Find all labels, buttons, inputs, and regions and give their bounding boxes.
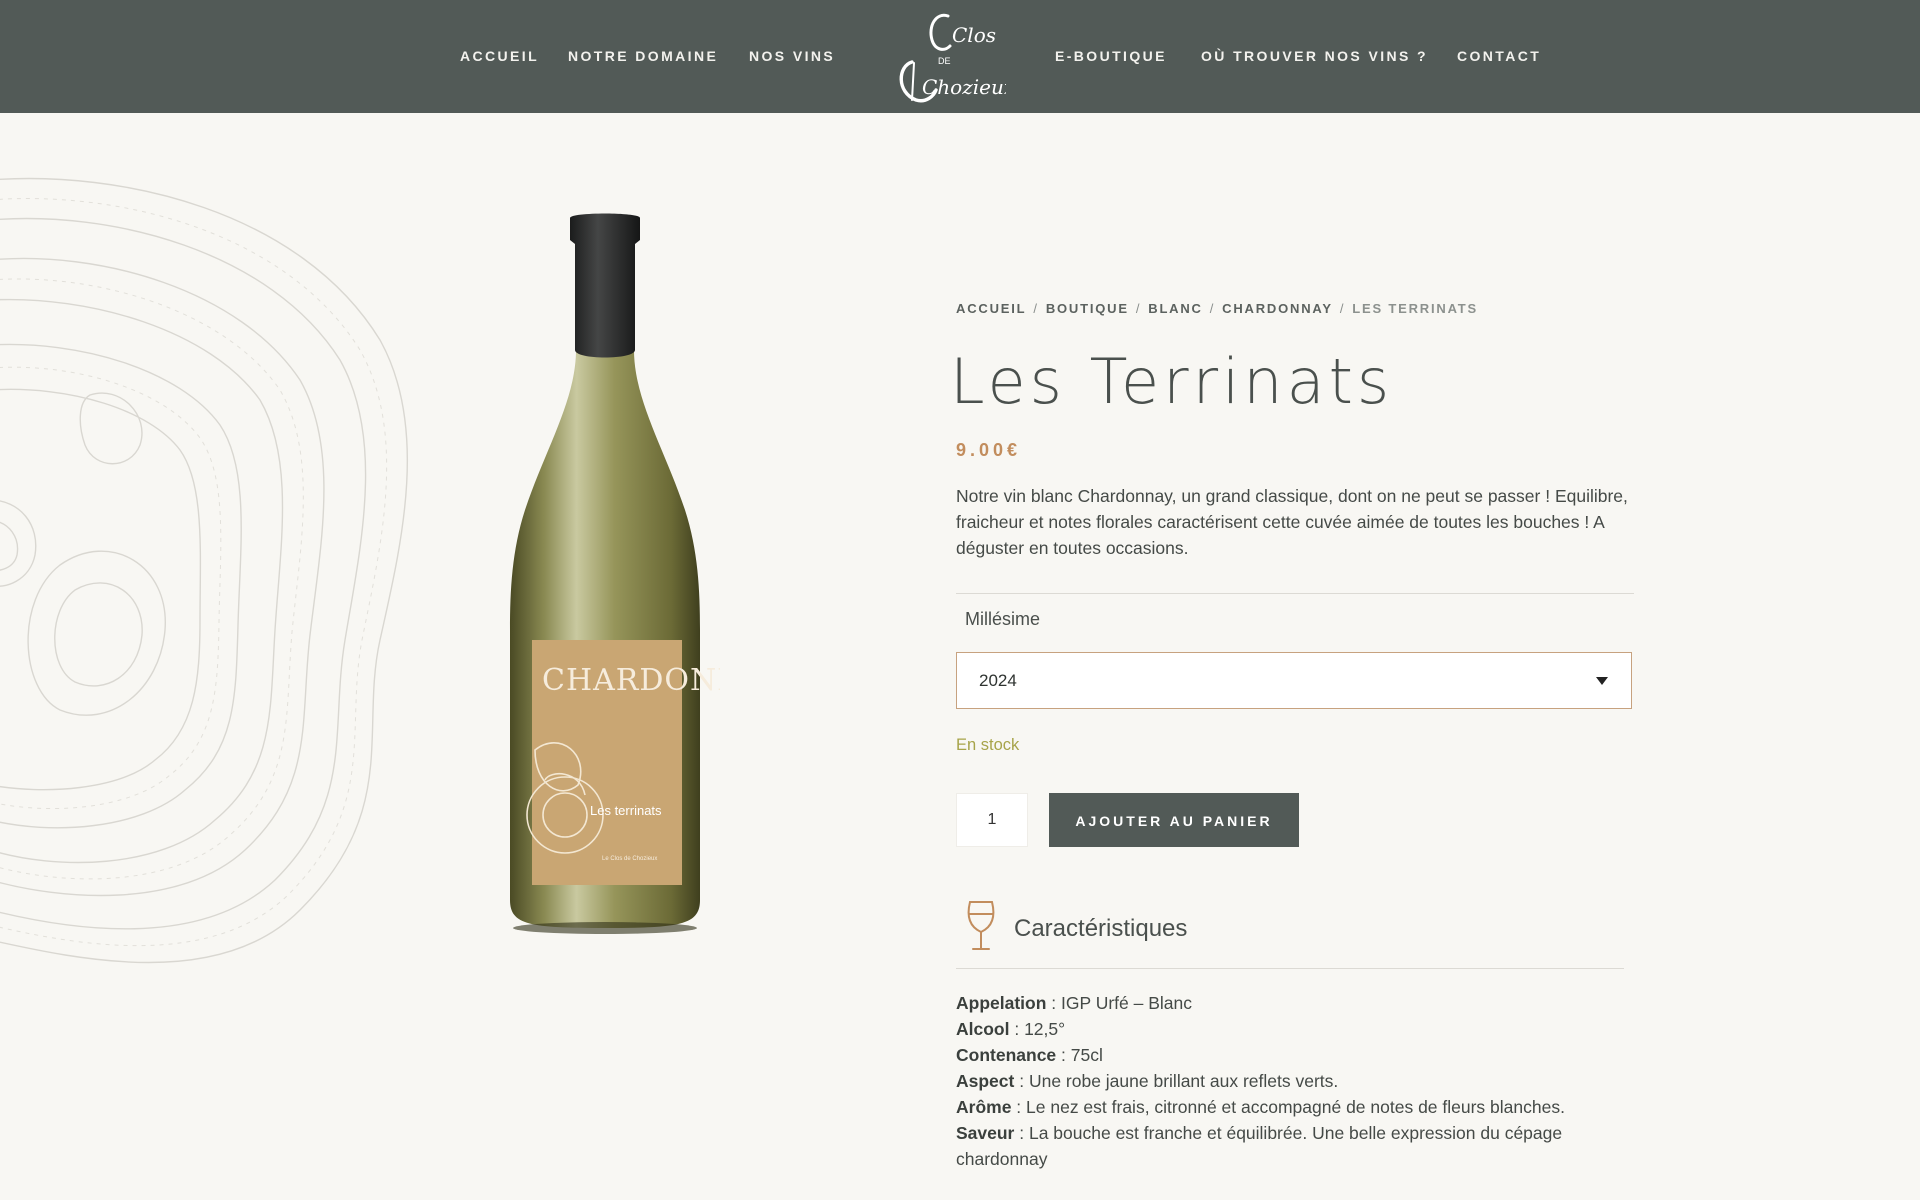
add-to-cart-button[interactable]: AJOUTER AU PANIER bbox=[1049, 793, 1299, 847]
product-title: Les Terrinats bbox=[950, 345, 1394, 418]
spec-row-aspect: Aspect : Une robe jaune brillant aux ref… bbox=[956, 1068, 1636, 1094]
breadcrumb-boutique[interactable]: BOUTIQUE bbox=[1046, 301, 1129, 316]
breadcrumb-separator: / bbox=[1033, 301, 1039, 316]
product-price: 9.00€ bbox=[956, 440, 1022, 460]
spec-key: Saveur bbox=[956, 1123, 1015, 1143]
nav-link-accueil[interactable]: ACCUEIL bbox=[460, 48, 539, 64]
nav-link-notre-domaine[interactable]: NOTRE DOMAINE bbox=[568, 48, 718, 64]
spec-key: Contenance bbox=[956, 1045, 1057, 1065]
breadcrumb-separator: / bbox=[1339, 301, 1346, 316]
vintage-label: Millésime bbox=[965, 609, 1041, 629]
product-bottle-image: CHARDONNAY Les terrinats Le Clos de Choz… bbox=[510, 213, 720, 934]
breadcrumb-current: LES TERRINATS bbox=[1352, 301, 1479, 316]
breadcrumb-chardonnay[interactable]: CHARDONNAY bbox=[1222, 301, 1333, 316]
spec-row-arome: Arôme : Le nez est frais, citronné et ac… bbox=[956, 1094, 1636, 1120]
spec-value: : 12,5° bbox=[1009, 1019, 1066, 1039]
breadcrumb-separator: / bbox=[1135, 301, 1142, 316]
spec-value: : La bouche est franche et équilibrée. U… bbox=[956, 1123, 1563, 1169]
logo-text-clos: Clos bbox=[952, 23, 996, 47]
breadcrumb-accueil[interactable]: ACCUEIL bbox=[956, 301, 1026, 316]
spec-value: : Une robe jaune brillant aux reflets ve… bbox=[1014, 1071, 1339, 1091]
spec-key: Alcool bbox=[956, 1019, 1010, 1039]
spec-value: : 75cl bbox=[1056, 1045, 1103, 1065]
divider bbox=[956, 593, 1634, 594]
vintage-select[interactable]: 2024 bbox=[956, 652, 1632, 709]
nav-link-nos-vins[interactable]: NOS VINS bbox=[749, 48, 835, 64]
nav-link-contact[interactable]: CONTACT bbox=[1457, 48, 1541, 64]
logo-text-chozieux: Chozieux bbox=[922, 75, 1006, 99]
caret-down-icon bbox=[1596, 677, 1608, 685]
spec-key: Aspect bbox=[956, 1071, 1015, 1091]
brand-logo[interactable]: Clos DE Chozieux bbox=[886, 6, 1006, 106]
breadcrumb-blanc[interactable]: BLANC bbox=[1148, 301, 1203, 316]
nav-link-ou-trouver[interactable]: OÙ TROUVER NOS VINS ? bbox=[1201, 48, 1428, 64]
bottle-label-producer: Le Clos de Chozieux bbox=[602, 856, 657, 862]
bottle-label-cuvee: Les terrinats bbox=[590, 803, 662, 818]
spec-value: : Le nez est frais, citronné et accompag… bbox=[1011, 1097, 1565, 1117]
spec-row-contenance: Contenance : 75cl bbox=[956, 1042, 1636, 1068]
logo-text-de: DE bbox=[938, 56, 951, 66]
spec-key: Appelation bbox=[956, 993, 1047, 1013]
spec-key: Arôme bbox=[956, 1097, 1012, 1117]
product-description: Notre vin blanc Chardonnay, un grand cla… bbox=[956, 486, 1628, 558]
quantity-input[interactable]: 1 bbox=[956, 793, 1028, 847]
site-header: ACCUEIL NOTRE DOMAINE NOS VINS Clos DE C… bbox=[0, 0, 1920, 113]
spec-value: : IGP Urfé – Blanc bbox=[1046, 993, 1192, 1013]
vintage-select-value: 2024 bbox=[979, 671, 1017, 690]
topographic-lines-decoration bbox=[0, 177, 409, 964]
stock-status: En stock bbox=[956, 736, 1020, 754]
characteristics-title: Caractéristiques bbox=[1014, 915, 1188, 942]
spec-row-saveur: Saveur : La bouche est franche et équili… bbox=[956, 1120, 1636, 1172]
spec-row-appelation: Appelation : IGP Urfé – Blanc bbox=[956, 990, 1636, 1016]
divider bbox=[956, 968, 1624, 969]
nav-link-e-boutique[interactable]: E-BOUTIQUE bbox=[1055, 48, 1167, 64]
wine-glass-icon bbox=[967, 901, 995, 950]
breadcrumb: ACCUEIL / BOUTIQUE / BLANC / CHARDONNAY / LES TE… bbox=[956, 301, 1478, 316]
spec-row-alcool: Alcool : 12,5° bbox=[956, 1016, 1636, 1042]
characteristics-list: Appelation : IGP Urfé – Blanc Alcool : 1… bbox=[956, 990, 1636, 1172]
bottle-label-varietal: CHARDONNAY bbox=[542, 663, 720, 698]
breadcrumb-separator: / bbox=[1209, 301, 1216, 316]
